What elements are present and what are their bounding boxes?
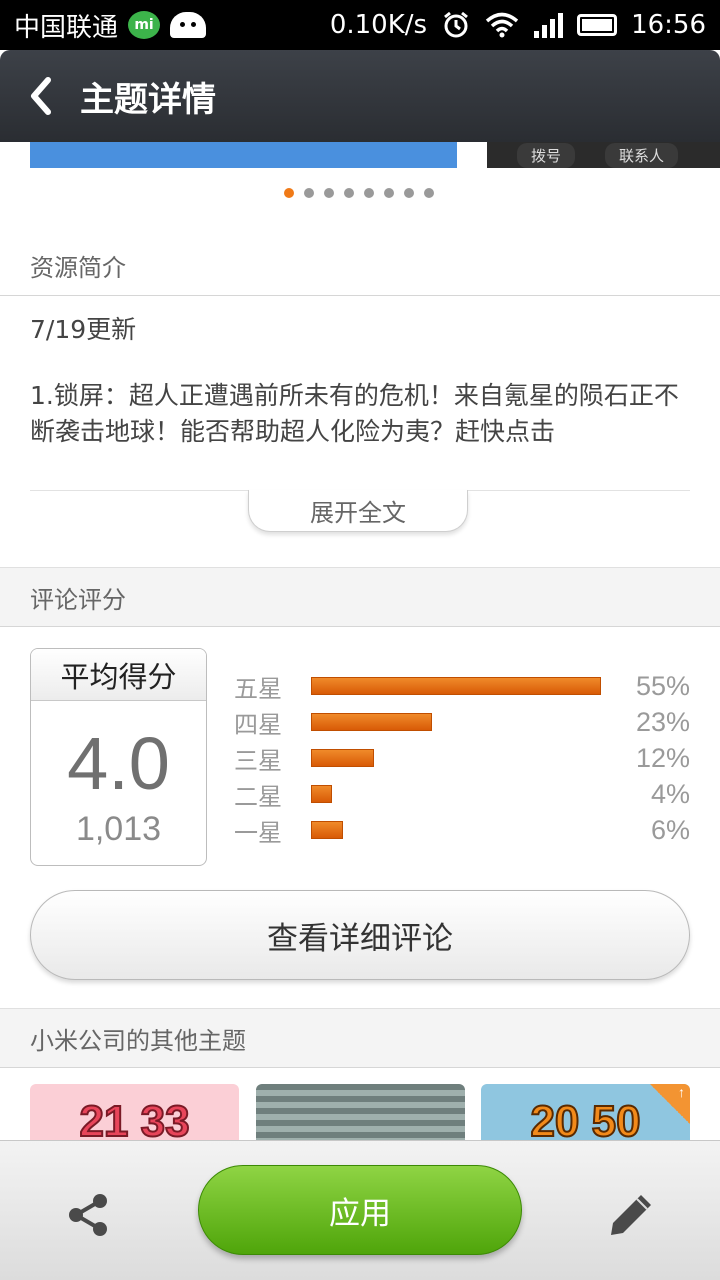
rating-row-label: 二星 xyxy=(234,782,282,811)
view-detailed-reviews-button[interactable]: 查看详细评论 xyxy=(30,890,690,980)
page-dot xyxy=(304,188,314,198)
theme-thumbnail[interactable]: 21 33 xyxy=(30,1084,239,1144)
rating-count: 1,013 xyxy=(75,810,162,848)
other-themes-list: 21 33 20 50 xyxy=(30,1084,690,1144)
rating-distribution: 五星 55% 四星 23% 三星 12% 二星 4% 一星 6% xyxy=(234,668,690,848)
update-date: 7/19更新 xyxy=(30,315,137,344)
chevron-left-icon xyxy=(31,77,51,115)
apply-theme-button[interactable]: 应用 xyxy=(198,1165,522,1255)
preview-image-left[interactable] xyxy=(30,142,457,168)
rating-row-percent: 55% xyxy=(635,670,690,701)
android-icon xyxy=(170,12,207,38)
carrier-label: 中国联通 xyxy=(14,12,119,43)
preview-image-right[interactable]: 拨号 联系人 xyxy=(487,142,720,168)
page-dot xyxy=(424,188,434,198)
theme-thumbnail[interactable] xyxy=(256,1084,465,1144)
other-themes-heading: 小米公司的其他主题 xyxy=(0,1008,720,1068)
rating-bar xyxy=(311,785,333,803)
rating-row-label: 四星 xyxy=(234,710,282,739)
preview-dialer-label: 拨号 xyxy=(517,142,576,168)
rating-row-5: 五星 55% xyxy=(234,668,690,704)
rating-row-1: 一星 6% xyxy=(234,812,690,848)
theme-thumbnail-text: 21 33 xyxy=(78,1097,190,1145)
title-bar: 主题详情 xyxy=(0,50,720,142)
theme-thumbnail[interactable]: 20 50 xyxy=(481,1084,690,1144)
clock: 16:56 xyxy=(631,10,706,40)
page-dot xyxy=(344,188,354,198)
page-dot-active xyxy=(284,188,294,198)
back-button[interactable] xyxy=(0,50,80,142)
alarm-icon xyxy=(444,11,468,38)
page-dot xyxy=(404,188,414,198)
rating-row-percent: 23% xyxy=(635,706,690,737)
rating-row-4: 四星 23% xyxy=(234,704,690,740)
average-score-card: 平均得分 4.0 1,013 xyxy=(30,648,207,866)
rating-bar xyxy=(311,749,375,767)
rating-bar xyxy=(311,821,343,839)
intro-section-heading: 资源简介 xyxy=(0,236,720,296)
wifi-icon xyxy=(485,12,519,38)
rating-row-percent: 6% xyxy=(650,814,690,845)
share-icon[interactable] xyxy=(62,1189,114,1241)
mi-message-icon: mi xyxy=(128,11,161,39)
theme-thumbnail-text: 20 50 xyxy=(529,1097,641,1145)
average-score-label: 平均得分 xyxy=(31,649,206,701)
update-badge-icon xyxy=(650,1084,690,1124)
rating-bar xyxy=(311,677,601,695)
battery-icon xyxy=(577,14,618,36)
rating-row-label: 五星 xyxy=(234,674,282,703)
intro-text: 7/19更新 1.锁屏：超人正遭遇前所未有的危机！来自氪星的陨石正不断袭击地球！… xyxy=(30,312,690,450)
theme-preview-carousel[interactable]: 拨号 联系人 xyxy=(0,142,720,170)
rating-row-percent: 4% xyxy=(650,778,690,809)
page-dot xyxy=(364,188,374,198)
page-dot xyxy=(324,188,334,198)
rating-section-heading: 评论评分 xyxy=(0,567,720,627)
pencil-icon[interactable] xyxy=(605,1189,657,1241)
average-score-value: 4.0 xyxy=(67,722,170,805)
rating-row-3: 三星 12% xyxy=(234,740,690,776)
rating-row-label: 三星 xyxy=(234,746,282,775)
preview-contacts-label: 联系人 xyxy=(605,142,679,168)
page-dot xyxy=(384,188,394,198)
rating-row-2: 二星 4% xyxy=(234,776,690,812)
rating-row-label: 一星 xyxy=(234,818,282,847)
network-speed: 0.10K/s xyxy=(329,10,428,40)
expand-full-text-button[interactable]: 展开全文 xyxy=(248,490,468,532)
rating-row-percent: 12% xyxy=(635,742,690,773)
intro-body: 1.锁屏：超人正遭遇前所未有的危机！来自氪星的陨石正不断袭击地球！能否帮助超人化… xyxy=(30,381,679,446)
bottom-action-bar: 应用 xyxy=(0,1140,720,1280)
page-indicator xyxy=(284,188,434,198)
status-bar: 中国联通 mi 0.10K/s 16:56 xyxy=(0,0,720,50)
rating-bar xyxy=(311,713,433,731)
signal-icon xyxy=(534,13,564,38)
page-title: 主题详情 xyxy=(80,79,216,120)
